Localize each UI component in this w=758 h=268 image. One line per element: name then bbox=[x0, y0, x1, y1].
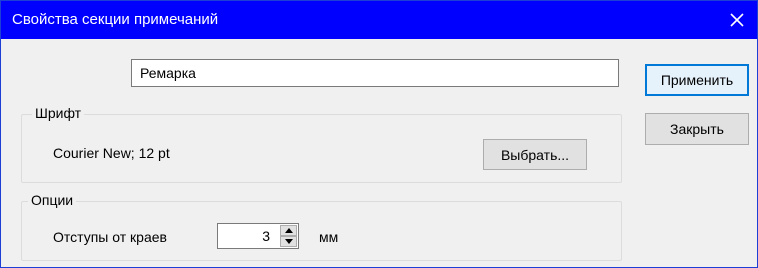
margin-spinbox[interactable]: 3 bbox=[217, 223, 299, 249]
arrow-down-icon bbox=[284, 239, 293, 244]
spin-up-button[interactable] bbox=[280, 225, 297, 236]
title-bar[interactable]: Свойства секции примечаний bbox=[1, 1, 757, 39]
arrow-up-icon bbox=[284, 228, 293, 233]
font-group-legend: Шрифт bbox=[32, 105, 85, 121]
close-icon bbox=[730, 13, 744, 27]
window-title: Свойства секции примечаний bbox=[12, 11, 219, 28]
choose-font-button[interactable]: Выбрать... bbox=[483, 139, 587, 170]
choose-font-button-label: Выбрать... bbox=[500, 146, 570, 163]
close-button[interactable]: Закрыть bbox=[645, 113, 749, 145]
section-name-input[interactable] bbox=[131, 59, 619, 87]
spin-buttons bbox=[280, 225, 297, 247]
apply-button-label: Применить bbox=[660, 72, 734, 88]
margin-label: Отступы от краев bbox=[53, 229, 167, 245]
font-info: Courier New; 12 pt bbox=[53, 145, 170, 161]
options-group-legend: Опции bbox=[28, 192, 77, 208]
unit-label: мм bbox=[319, 229, 339, 245]
margin-value[interactable]: 3 bbox=[262, 228, 270, 244]
dialog-window: Свойства секции примечаний Применить Зак… bbox=[0, 0, 758, 268]
close-button-label: Закрыть bbox=[670, 121, 724, 137]
spin-down-button[interactable] bbox=[280, 236, 297, 247]
close-window-button[interactable] bbox=[717, 1, 757, 39]
apply-button[interactable]: Применить bbox=[645, 64, 749, 96]
